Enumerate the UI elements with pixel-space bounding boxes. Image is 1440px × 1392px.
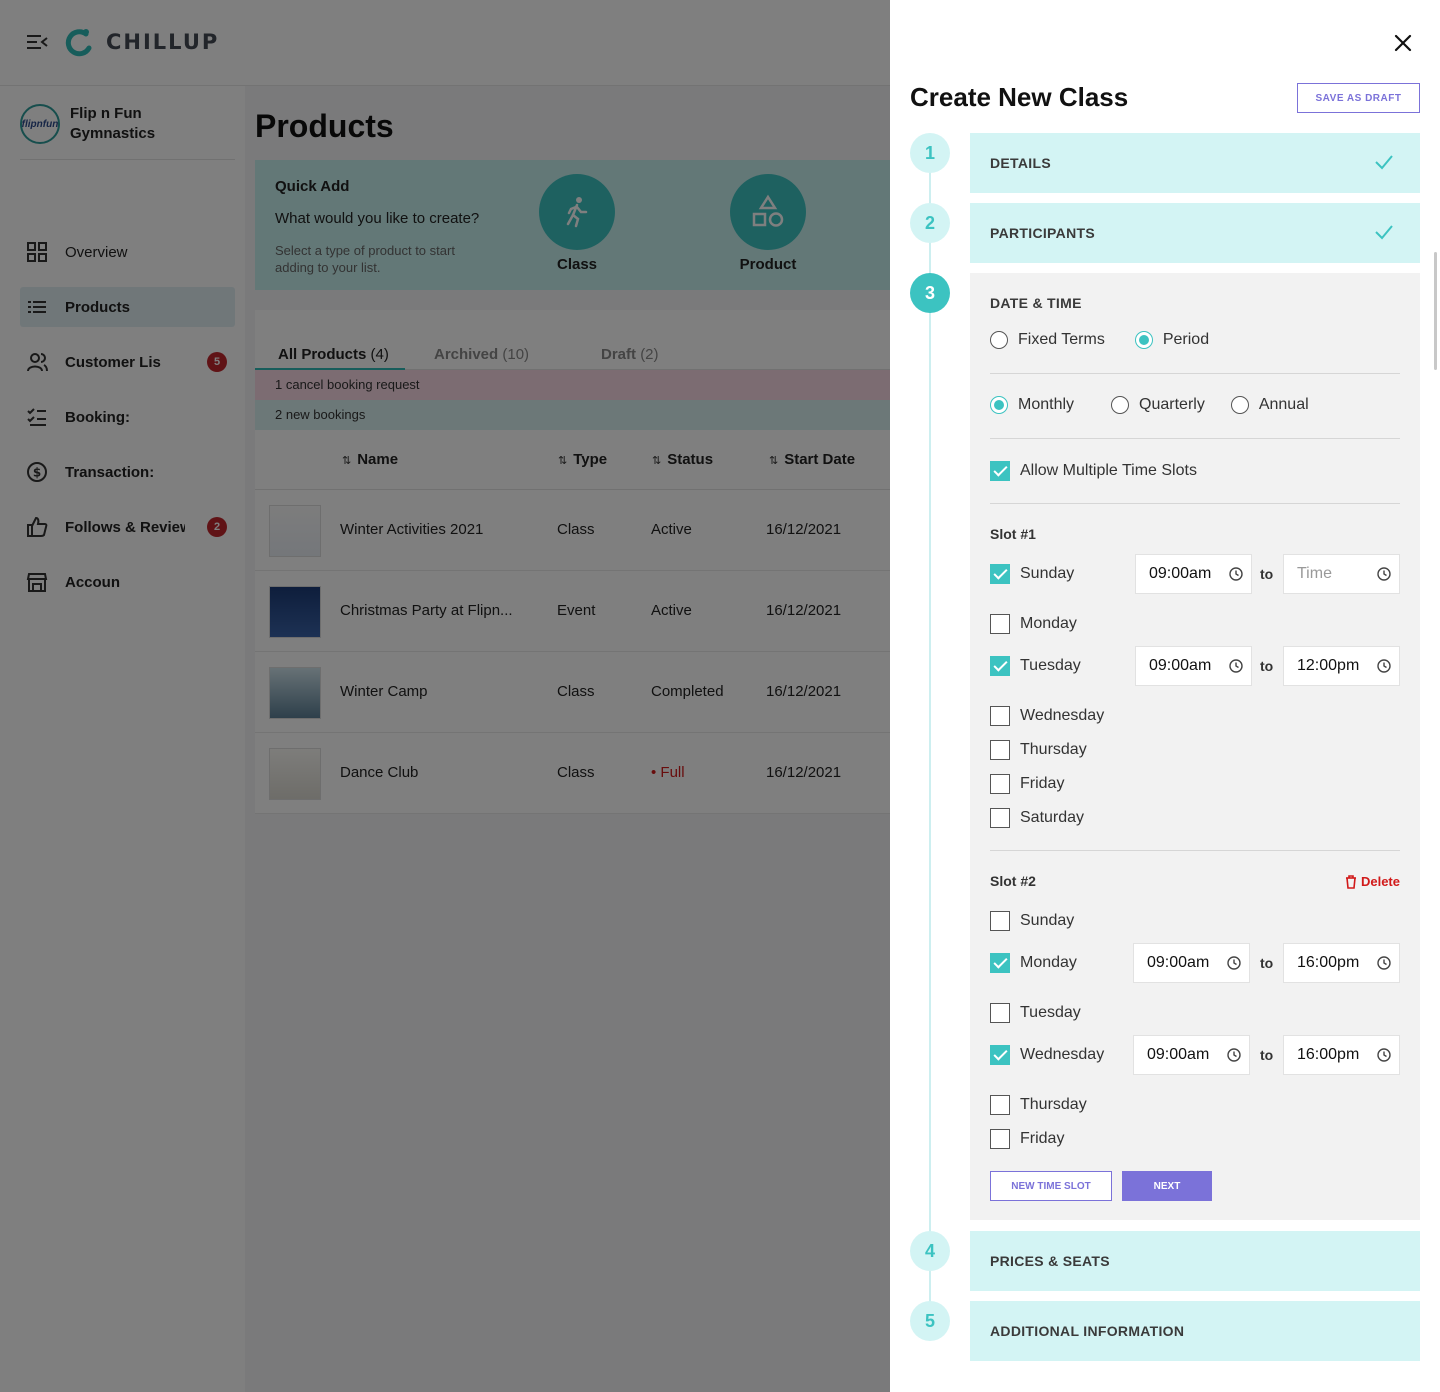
day-checkbox-monday[interactable] (990, 953, 1010, 973)
delete-slot-button[interactable]: Delete (1345, 874, 1400, 889)
step-number: 4 (910, 1231, 950, 1271)
start-time-input[interactable]: 09:00am (1133, 1035, 1250, 1075)
to-label: to (1260, 955, 1274, 971)
step-details-header[interactable]: DETAILS (970, 133, 1420, 193)
day-label: Friday (1020, 775, 1065, 792)
end-time-input[interactable]: 16:00pm (1283, 943, 1400, 983)
day-checkbox-wednesday[interactable] (990, 706, 1010, 726)
day-checkbox-thursday[interactable] (990, 740, 1010, 760)
section-title: DATE & TIME (990, 295, 1082, 311)
day-label: Sunday (1020, 565, 1075, 582)
check-icon (1375, 225, 1393, 240)
day-checkbox-friday[interactable] (990, 1129, 1010, 1149)
clock-icon (1377, 659, 1391, 673)
to-label: to (1260, 658, 1274, 674)
day-checkbox-tuesday[interactable] (990, 1003, 1010, 1023)
period-radio[interactable] (1134, 331, 1153, 349)
day-label: Wednesday (1020, 707, 1105, 724)
clock-icon (1377, 1048, 1391, 1062)
day-checkbox-wednesday[interactable] (990, 1045, 1010, 1065)
clock-icon (1377, 567, 1391, 581)
day-label: Thursday (1020, 741, 1087, 758)
divider (990, 850, 1400, 851)
day-label: Tuesday (1020, 1004, 1081, 1021)
quarterly-radio[interactable] (1111, 396, 1130, 414)
end-time-input[interactable]: Time (1283, 554, 1400, 594)
clock-icon (1227, 956, 1241, 970)
day-label: Tuesday (1020, 657, 1081, 674)
day-label: Monday (1020, 615, 1077, 632)
clock-icon (1229, 567, 1243, 581)
scrollbar[interactable] (1434, 252, 1437, 370)
new-time-slot-button[interactable]: NEW TIME SLOT (990, 1171, 1112, 1201)
modal-backdrop[interactable] (0, 0, 890, 1392)
drawer-title: Create New Class (910, 82, 1129, 112)
day-checkbox-tuesday[interactable] (990, 656, 1010, 676)
fixed-terms-radio[interactable] (990, 331, 1008, 349)
date-time-section: DATE & TIME Fixed Terms Period Monthly Q… (970, 273, 1420, 1220)
day-label: Saturday (1020, 809, 1085, 826)
start-time-input[interactable]: 09:00am (1135, 554, 1252, 594)
day-checkbox-sunday[interactable] (990, 911, 1010, 931)
allow-multiple-slots-checkbox[interactable] (990, 461, 1010, 481)
slot-title: Slot #1 (990, 526, 1036, 542)
allow-multiple-slots-label: Allow Multiple Time Slots (1020, 462, 1197, 479)
day-label: Monday (1020, 954, 1077, 971)
step-number: 1 (910, 133, 950, 173)
step-timeline (929, 150, 931, 1330)
slot-title: Slot #2 (990, 873, 1036, 889)
save-as-draft-button[interactable]: SAVE AS DRAFT (1297, 83, 1420, 113)
day-checkbox-saturday[interactable] (990, 808, 1010, 828)
check-icon (1375, 155, 1393, 170)
divider (990, 503, 1400, 504)
day-checkbox-thursday[interactable] (990, 1095, 1010, 1115)
clock-icon (1227, 1048, 1241, 1062)
step-prices-seats-header[interactable]: PRICES & SEATS (970, 1231, 1420, 1291)
day-label: Thursday (1020, 1096, 1087, 1113)
step-number: 5 (910, 1301, 950, 1341)
step-number: 2 (910, 203, 950, 243)
clock-icon (1377, 956, 1391, 970)
start-time-input[interactable]: 09:00am (1133, 943, 1250, 983)
to-label: to (1260, 566, 1274, 582)
start-time-input[interactable]: 09:00am (1135, 646, 1252, 686)
close-icon[interactable] (1392, 32, 1414, 54)
create-class-drawer: Create New Class SAVE AS DRAFT 1 DETAILS… (890, 0, 1440, 1392)
day-checkbox-monday[interactable] (990, 614, 1010, 634)
period-options: Monthly Quarterly Annual (990, 396, 1309, 414)
clock-icon (1229, 659, 1243, 673)
end-time-input[interactable]: 16:00pm (1283, 1035, 1400, 1075)
day-checkbox-sunday[interactable] (990, 564, 1010, 584)
step-participants-header[interactable]: PARTICIPANTS (970, 203, 1420, 263)
schedule-type-options: Fixed Terms Period (990, 331, 1209, 349)
step-additional-info-header[interactable]: ADDITIONAL INFORMATION (970, 1301, 1420, 1361)
divider (990, 373, 1400, 374)
day-label: Wednesday (1020, 1046, 1105, 1063)
trash-icon (1345, 874, 1356, 889)
to-label: to (1260, 1047, 1274, 1063)
monthly-radio[interactable] (990, 396, 1008, 414)
day-checkbox-friday[interactable] (990, 774, 1010, 794)
day-label: Friday (1020, 1130, 1065, 1147)
step-number: 3 (910, 273, 950, 313)
end-time-input[interactable]: 12:00pm (1283, 646, 1400, 686)
day-label: Sunday (1020, 912, 1075, 929)
annual-radio[interactable] (1230, 396, 1249, 414)
divider (990, 438, 1400, 439)
next-button[interactable]: NEXT (1122, 1171, 1212, 1201)
